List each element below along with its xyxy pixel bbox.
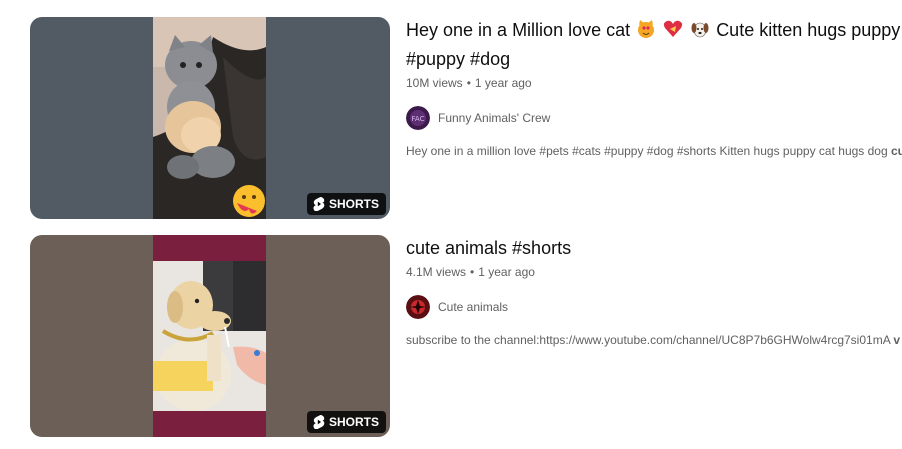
cat-heart-eyes-icon bbox=[636, 19, 656, 46]
view-count: 10M views bbox=[406, 76, 463, 90]
video-info: cute animals #shorts 4.1M views • 1 year a… bbox=[406, 235, 902, 349]
video-metadata: 10M views • 1 year ago bbox=[406, 74, 902, 92]
channel-name[interactable]: Funny Animals' Crew bbox=[438, 111, 550, 125]
meta-separator: • bbox=[470, 265, 475, 279]
kitten-puppy-image bbox=[153, 17, 266, 219]
video-title-text: cute animals #shorts bbox=[406, 238, 572, 258]
view-count: 4.1M views bbox=[406, 265, 467, 279]
video-metadata: 4.1M views • 1 year ago bbox=[406, 263, 902, 281]
upload-age: 1 year ago bbox=[478, 265, 535, 279]
video-result[interactable]: SHORTS cute animals #shorts 4.1M views • 1… bbox=[30, 235, 902, 437]
video-title-text: Hey one in a Million love cat bbox=[406, 20, 631, 40]
description-highlight: v bbox=[893, 333, 901, 347]
video-result[interactable]: SHORTS Hey one in a Million love cat Cut… bbox=[30, 17, 902, 219]
video-description-snippet: Hey one in a million love #pets #cats #p… bbox=[406, 142, 902, 160]
meta-separator: • bbox=[466, 76, 471, 90]
channel-row[interactable]: FAC Funny Animals' Crew bbox=[406, 106, 902, 130]
video-thumbnail[interactable]: SHORTS bbox=[30, 235, 390, 437]
video-title-line2: #puppy #dog bbox=[406, 49, 511, 69]
channel-avatar[interactable]: FAC bbox=[406, 106, 430, 130]
shorts-badge: SHORTS bbox=[306, 193, 386, 215]
thumbnail-frame bbox=[153, 235, 266, 437]
description-text: subscribe to the channel:https://www.you… bbox=[406, 333, 891, 347]
shorts-badge-label: SHORTS bbox=[328, 415, 379, 429]
upload-age: 1 year ago bbox=[474, 76, 532, 90]
dog-face-icon bbox=[690, 19, 710, 46]
channel-name[interactable]: Cute animals bbox=[438, 300, 508, 314]
video-description-snippet: subscribe to the channel:https://www.you… bbox=[406, 331, 902, 349]
description-text: Hey one in a million love #pets #cats #p… bbox=[406, 144, 888, 158]
video-title-text-continued: Cute kitten hugs puppy # bbox=[716, 20, 902, 40]
dog-lollipop-image bbox=[153, 235, 266, 437]
heart-with-ribbon-icon bbox=[663, 19, 683, 46]
description-highlight: cu bbox=[891, 144, 902, 158]
shorts-badge: SHORTS bbox=[306, 411, 386, 433]
thumbnail-frame bbox=[153, 17, 266, 219]
channel-row[interactable]: Cute animals bbox=[406, 295, 902, 319]
svg-text:FAC: FAC bbox=[412, 115, 425, 123]
shorts-icon bbox=[313, 197, 325, 211]
video-title[interactable]: Hey one in a Million love cat Cute kitte… bbox=[406, 17, 902, 72]
video-title[interactable]: cute animals #shorts bbox=[406, 235, 902, 261]
channel-avatar[interactable] bbox=[406, 295, 430, 319]
shorts-badge-label: SHORTS bbox=[328, 197, 379, 211]
shorts-icon bbox=[313, 415, 325, 429]
video-thumbnail[interactable]: SHORTS bbox=[30, 17, 390, 219]
video-info: Hey one in a Million love cat Cute kitte… bbox=[406, 17, 902, 160]
